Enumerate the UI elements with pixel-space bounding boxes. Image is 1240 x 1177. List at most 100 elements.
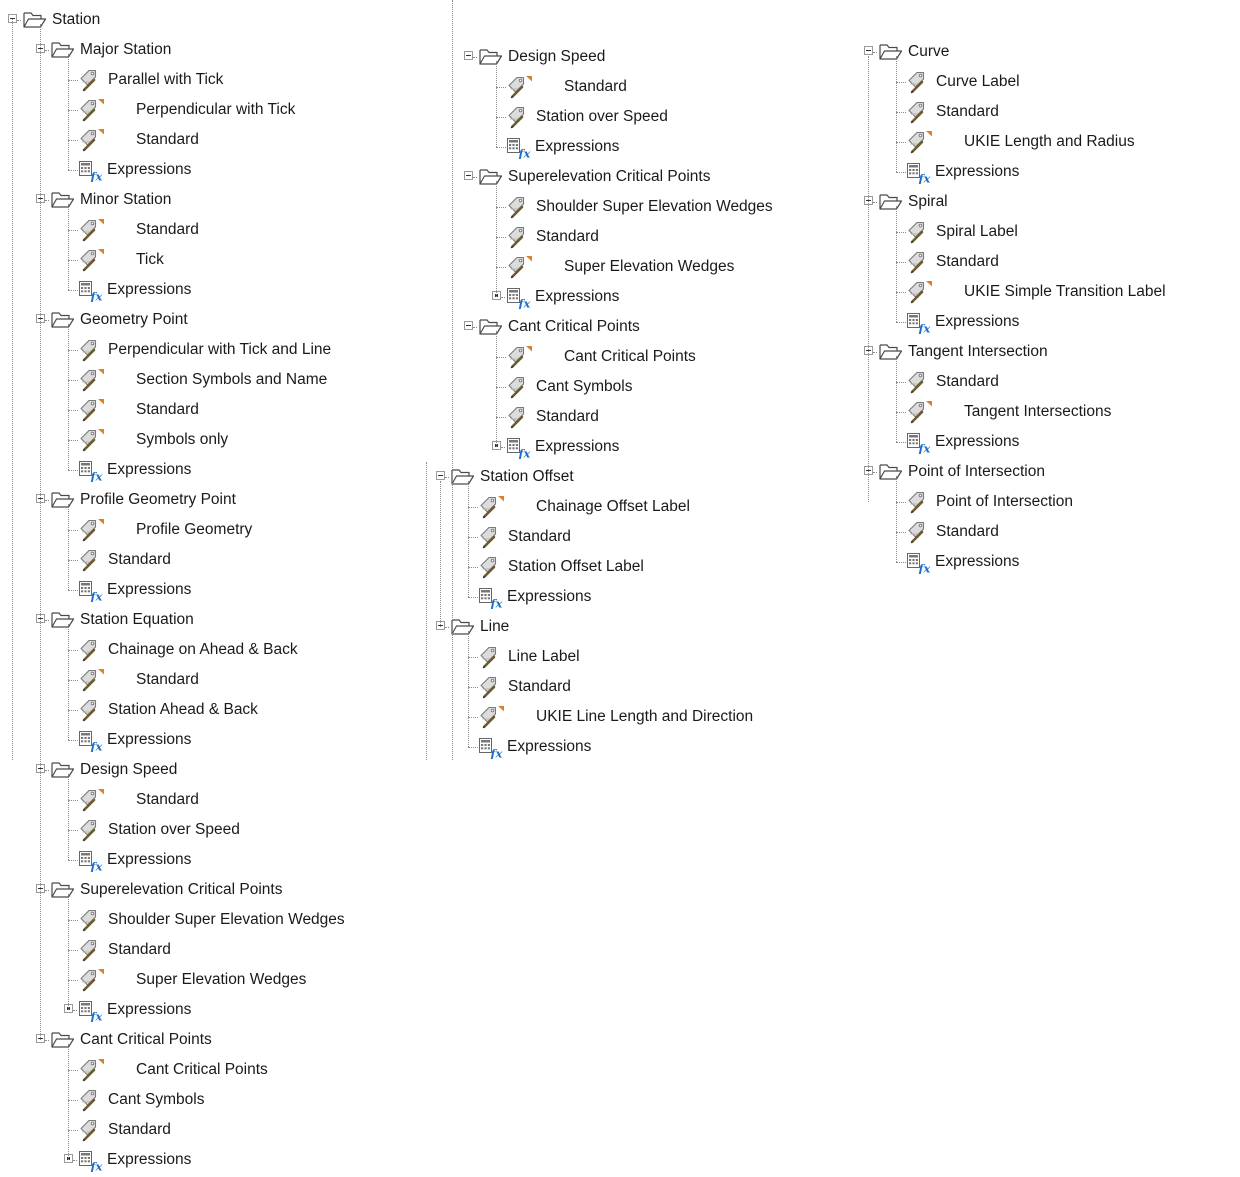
expressions-icon: fx [78,998,104,1024]
tree-item-label: Expressions [107,281,192,298]
tree-branch-line [496,387,506,388]
expressions-icon: fx [506,135,532,161]
tree-item-label: Standard [936,523,999,540]
svg-text:fx: fx [90,170,103,183]
tree-guide-line [68,894,69,1010]
tree-branch-line [45,320,49,321]
expressions-icon: fx [906,430,932,456]
label-style-override-icon [906,400,932,424]
tree-branch-line [468,507,478,508]
tree-branch-line [68,650,78,651]
expressions-icon: fx [78,158,104,184]
tree-item-label: Expressions [535,288,620,305]
tree-item-label: Parallel with Tick [108,71,224,88]
tree-branch-line [896,502,906,503]
tree-guide-line [40,49,41,760]
tree-item-label: Standard [564,78,627,95]
label-style-icon [906,520,932,544]
tree-item-label: Design Speed [508,48,606,65]
label-style-icon [506,195,532,219]
tree-guide-line [426,462,427,760]
tree-item-label: Tangent Intersection [908,343,1048,360]
tree-branch-line [496,147,506,148]
tree-branch-line [45,200,49,201]
tree-branch-line [468,657,478,658]
tree-branch-line [873,202,877,203]
tree-branch-line [496,267,506,268]
svg-text:fx: fx [518,447,531,460]
tree-branch-line [45,890,49,891]
tree-item-label: Expressions [935,553,1020,570]
tree-item-label: Super Elevation Wedges [564,258,735,275]
svg-text:fx: fx [90,290,103,303]
label-style-icon [78,68,104,92]
tree-item-label: Expressions [107,1151,192,1168]
tree-branch-line [896,262,906,263]
tree-branch-line [17,20,21,21]
tree-branch-line [496,87,506,88]
tree-branch-line [501,447,505,448]
tree-branch-line [896,172,906,173]
tree-guide-line [468,631,469,747]
collapse-toggle-icon[interactable] [436,471,445,480]
tree-item-label: Superelevation Critical Points [508,168,711,185]
collapse-toggle-icon[interactable] [464,171,473,180]
tree-item-label: Spiral [908,193,948,210]
label-style-icon [906,220,932,244]
tree-item-label: Standard [936,253,999,270]
folder-icon [878,40,904,64]
tree-branch-line [473,327,477,328]
expressions-icon: fx [478,585,504,611]
tree-branch-line [45,620,49,621]
tree-branch-line [496,207,506,208]
collapse-toggle-icon[interactable] [864,46,873,55]
tree-branch-line [896,442,906,443]
tree-branch-line [45,1040,49,1041]
tree-branch-line [896,112,906,113]
tree-item-label: Shoulder Super Elevation Wedges [536,198,773,215]
tree-item-label: Symbols only [136,431,229,448]
tree-branch-line [68,560,78,561]
tree-item-label: Curve [908,43,950,60]
tree-guide-line [496,61,497,147]
folder-icon [878,460,904,484]
label-style-icon [478,645,504,669]
tree-branch-line [68,80,78,81]
label-style-override-icon [78,668,104,692]
tree-guide-line [68,204,69,290]
label-style-override-icon [506,255,532,279]
tree-branch-line [45,50,49,51]
tree-branch-line [45,770,49,771]
tree-item-label: Standard [508,528,571,545]
tree-branch-line [68,1130,78,1131]
tree-item-label: Station Offset [480,468,574,485]
tree-branch-line [68,170,78,171]
tree-branch-line [468,597,478,598]
tree-item-label: Standard [136,131,199,148]
folder-icon [50,758,76,782]
tree-guide-line [68,54,69,170]
tree-branch-line [68,110,78,111]
expressions-icon: fx [906,550,932,576]
folder-icon [478,165,504,189]
tree-guide-line [868,56,869,502]
svg-text:fx: fx [490,747,503,760]
tree-item-label: Station Equation [80,611,194,628]
label-style-override-icon [78,788,104,812]
label-style-override-icon [78,428,104,452]
tree-branch-line [68,920,78,921]
tree-item-label: Expressions [107,461,192,478]
tree-item-label: Line [480,618,510,635]
folder-icon [478,315,504,339]
tree-item-label: Standard [536,228,599,245]
tree-branch-line [68,140,78,141]
tree-item-label: Standard [108,1121,171,1138]
collapse-toggle-icon[interactable] [464,321,473,330]
tree-branch-line [68,410,78,411]
label-style-override-icon [78,218,104,242]
label-style-icon [78,1088,104,1112]
tree-item-label: UKIE Length and Radius [964,133,1135,150]
collapse-toggle-icon[interactable] [464,51,473,60]
tree-branch-line [68,530,78,531]
tree-item-label: Standard [536,408,599,425]
